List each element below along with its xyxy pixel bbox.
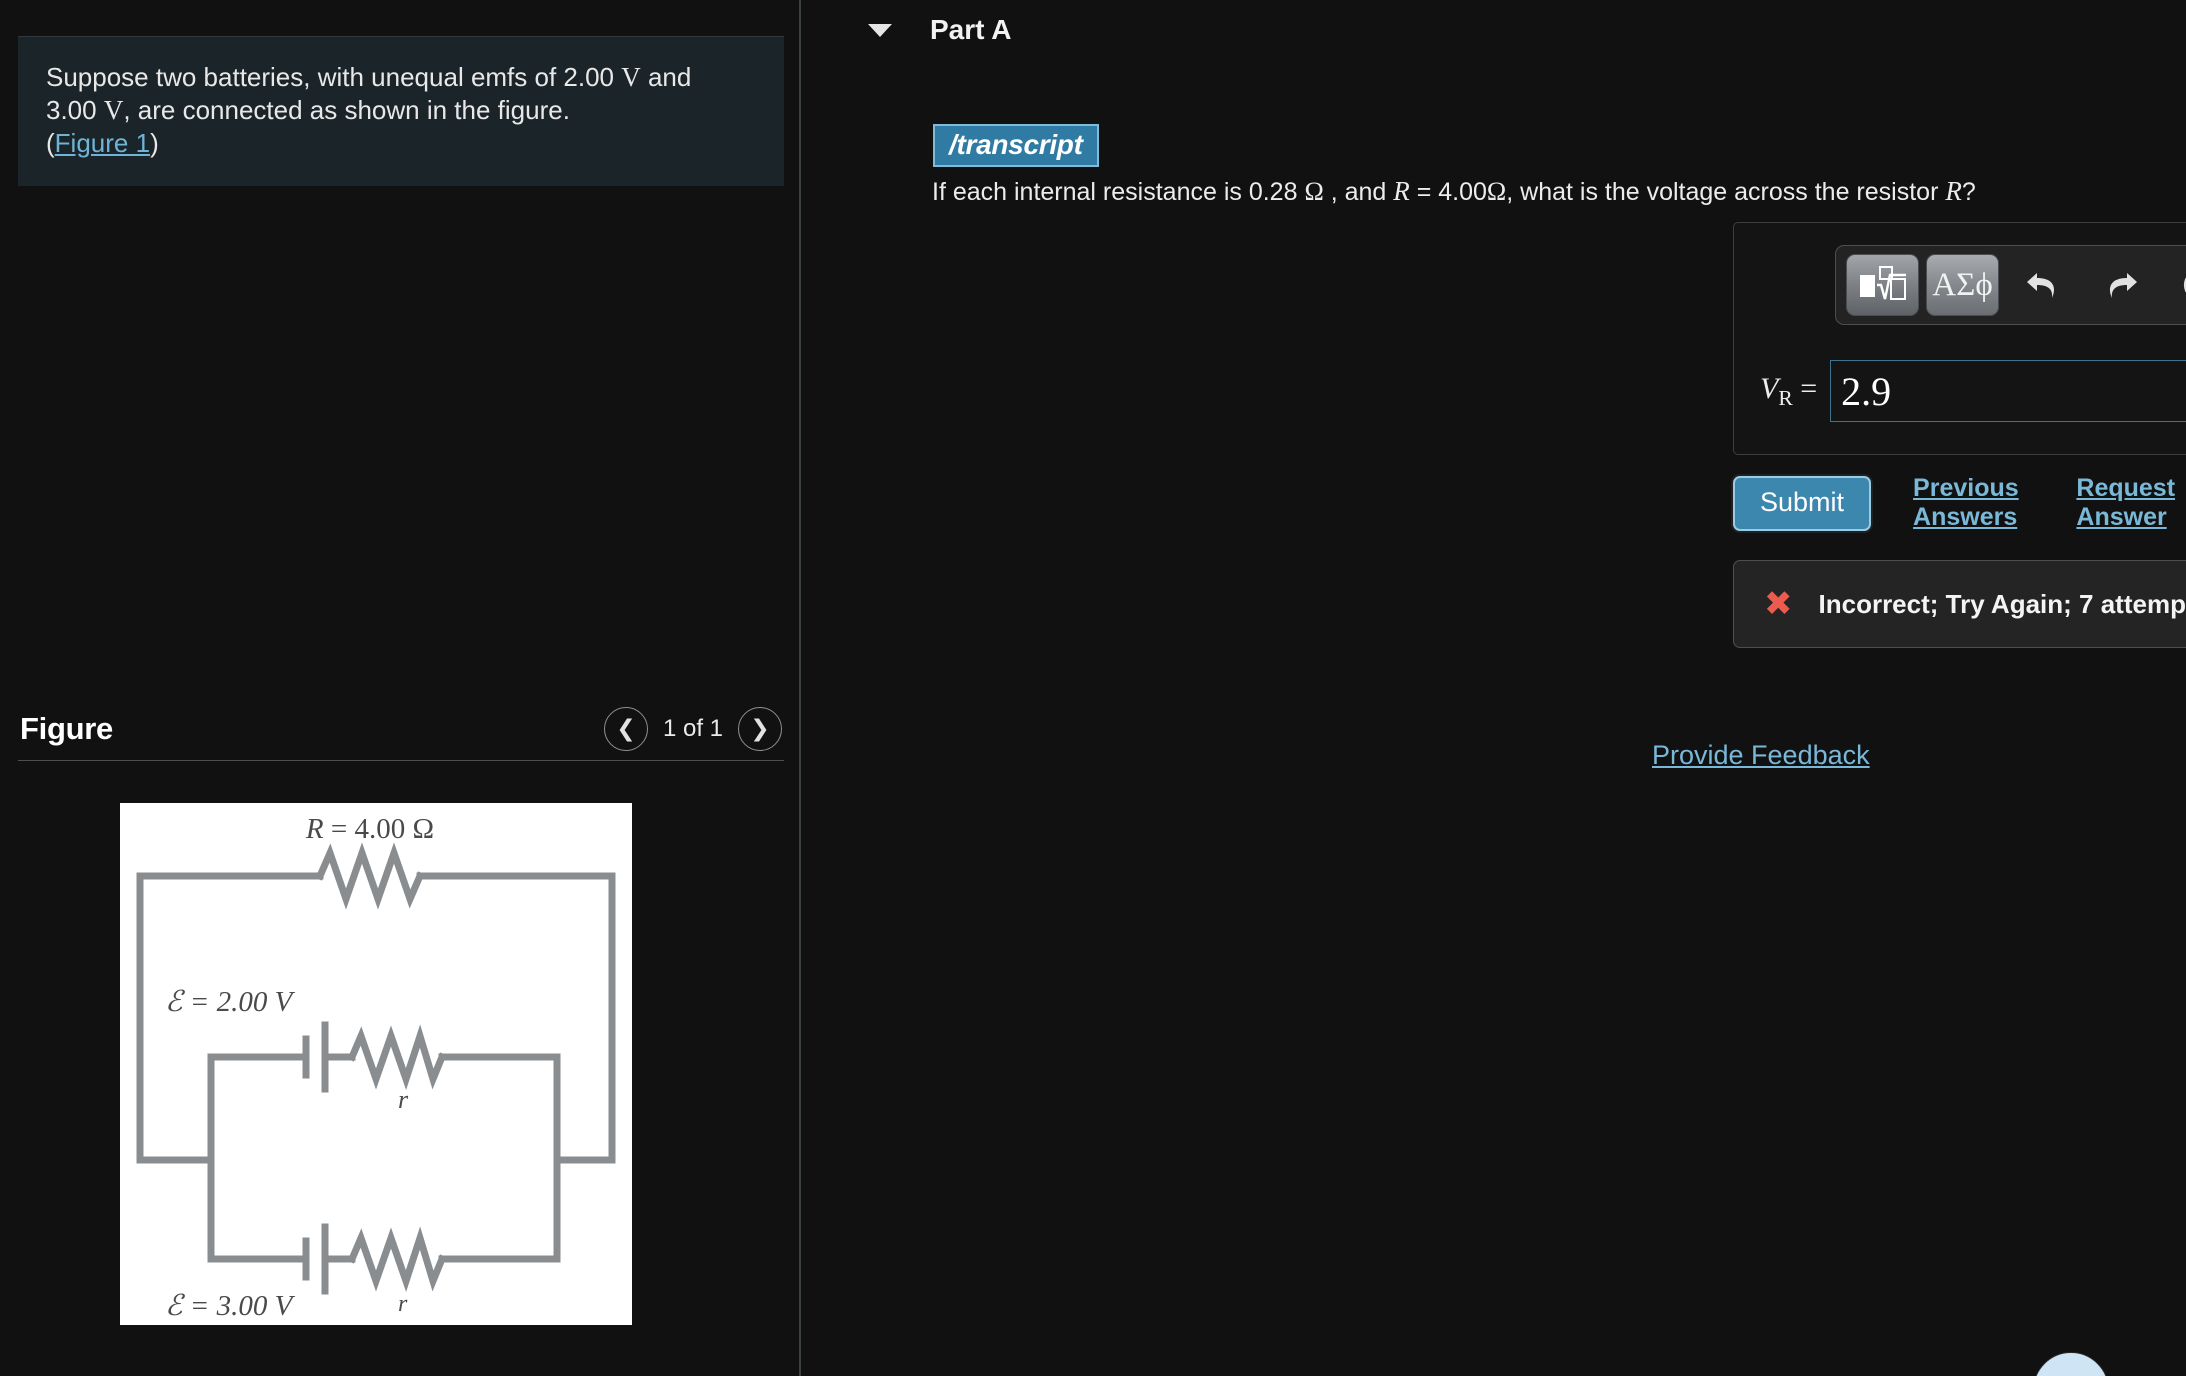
svg-text:r: r xyxy=(398,1291,408,1317)
question-statement-box: Suppose two batteries, with unequal emfs… xyxy=(18,36,784,186)
svg-text:ℰ = 3.00 V: ℰ = 3.00 V xyxy=(165,1290,296,1322)
figure-pager: ❮ 1 of 1 ❯ xyxy=(604,707,782,751)
question-unit-volt-2: V xyxy=(103,95,124,125)
figure-title: Figure xyxy=(20,711,113,746)
omega-symbol-1: Ω xyxy=(1304,177,1324,206)
incorrect-feedback-box: ✖ Incorrect; Try Again; 7 attempts remai… xyxy=(1733,560,2186,648)
right-panel: Part A /transcript If each internal resi… xyxy=(800,0,2186,1376)
question-line2-part2: , are connected as shown in the figure. xyxy=(123,95,570,125)
math-toolbar: ΑΣϕ xyxy=(1835,245,2186,325)
chevron-left-icon[interactable]: ❮ xyxy=(604,707,648,751)
paren-close: ) xyxy=(150,128,159,158)
answer-variable-label: VR = xyxy=(1760,372,1817,411)
submit-button[interactable]: Submit xyxy=(1733,475,1872,531)
svg-text:ℰ = 2.00 V: ℰ = 2.00 V xyxy=(165,986,296,1018)
svg-text:R = 4.00 Ω: R = 4.00 Ω xyxy=(305,813,434,845)
prompt-part-e: ? xyxy=(1961,178,1976,206)
question-line1-part2: and xyxy=(640,62,692,92)
page-root: Suppose two batteries, with unequal emfs… xyxy=(0,0,2186,1376)
x-mark-icon: ✖ xyxy=(1764,584,1793,624)
chat-bubble-icon[interactable] xyxy=(2033,1352,2109,1376)
incorrect-feedback-text: Incorrect; Try Again; 7 attempts remaini… xyxy=(1818,588,2186,619)
question-text: Suppose two batteries, with unequal emfs… xyxy=(46,61,756,160)
answer-equals-sign: = xyxy=(1792,371,1818,405)
undo-icon[interactable] xyxy=(2010,254,2076,316)
question-prompt: If each internal resistance is 0.28 Ω , … xyxy=(932,175,1976,209)
omega-symbol-2: Ω xyxy=(1486,177,1507,206)
svg-text:r: r xyxy=(398,1085,409,1114)
chevron-down-icon[interactable] xyxy=(868,23,892,37)
prompt-part-c: = 4.00 xyxy=(1409,178,1487,206)
figure-divider xyxy=(18,760,784,761)
part-a-header[interactable]: Part A xyxy=(868,14,1011,46)
variable-R-1: R xyxy=(1393,176,1410,206)
provide-feedback-link[interactable]: Provide Feedback xyxy=(1652,740,1870,771)
variable-R-2: R xyxy=(1945,176,1962,206)
answer-variable-subscript: R xyxy=(1778,385,1793,410)
submit-row: Submit Previous Answers Request Answer xyxy=(1733,474,2186,532)
left-panel: Suppose two batteries, with unequal emfs… xyxy=(0,0,800,1376)
figure-header-row: Figure ❮ 1 of 1 ❯ xyxy=(18,700,784,758)
answer-row: VR = V xyxy=(1760,360,2186,422)
previous-answers-link[interactable]: Previous Answers xyxy=(1913,474,2034,532)
circuit-figure-image[interactable]: R = 4.00 Ω ℰ = 2.00 V ℰ = 3.00 V r r xyxy=(120,803,632,1325)
math-template-icon[interactable] xyxy=(1846,254,1919,316)
part-a-title: Part A xyxy=(930,14,1012,45)
question-line2-part1: 3.00 xyxy=(46,95,104,125)
figure-page-count: 1 of 1 xyxy=(662,715,724,742)
prompt-part-a: If each internal resistance is 0.28 xyxy=(932,178,1305,206)
prompt-part-b: , and xyxy=(1323,178,1394,206)
reset-icon[interactable] xyxy=(2166,254,2186,316)
transcript-badge[interactable]: /transcript xyxy=(933,124,1099,168)
redo-icon[interactable] xyxy=(2088,254,2154,316)
chevron-right-icon[interactable]: ❯ xyxy=(738,707,782,751)
question-line1-part1: Suppose two batteries, with unequal emfs… xyxy=(46,62,622,92)
answer-input[interactable] xyxy=(1830,360,2186,422)
answer-variable-name: V xyxy=(1760,371,1779,405)
figure-1-link[interactable]: Figure 1 xyxy=(55,128,150,158)
prompt-part-d: , what is the voltage across the resisto… xyxy=(1506,178,1946,206)
figure-section: Figure ❮ 1 of 1 ❯ xyxy=(18,700,784,761)
question-unit-volt-1: V xyxy=(621,62,641,92)
paren-open: ( xyxy=(46,128,55,158)
request-answer-link[interactable]: Request Answer xyxy=(2076,474,2186,532)
greek-symbols-button[interactable]: ΑΣϕ xyxy=(1926,254,1999,316)
